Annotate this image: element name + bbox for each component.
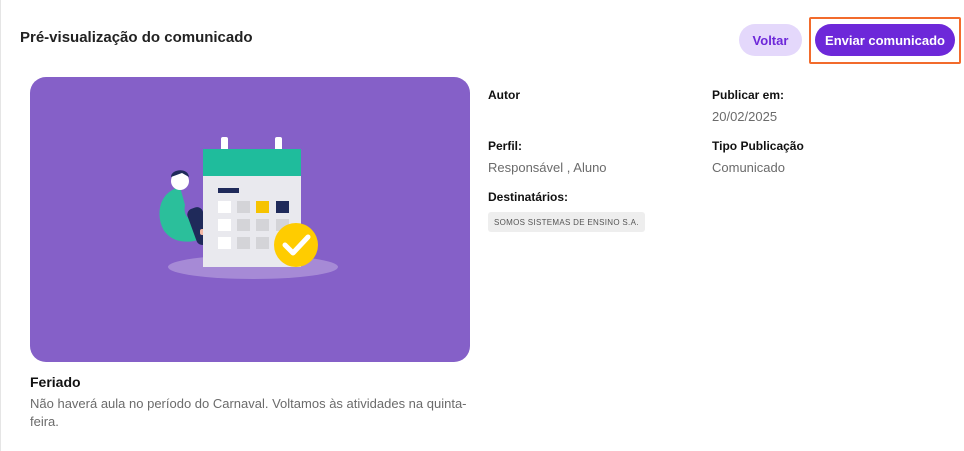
profile-value: Responsável , Aluno — [488, 160, 607, 175]
announcement-illustration — [30, 77, 470, 362]
check-badge-icon — [274, 223, 318, 267]
recipients-label: Destinatários: — [488, 190, 569, 204]
profile-label: Perfil: — [488, 139, 523, 153]
announcement-title: Feriado — [30, 374, 81, 390]
content-border — [0, 0, 1, 451]
send-announcement-button[interactable]: Enviar comunicado — [815, 24, 955, 56]
publish-date-value: 20/02/2025 — [712, 109, 778, 124]
back-button[interactable]: Voltar — [739, 24, 802, 56]
publication-type-label: Tipo Publicação — [712, 139, 804, 153]
page-title: Pré-visualização do comunicado — [20, 29, 253, 46]
publish-date-label: Publicar em: — [712, 88, 785, 102]
announcement-body: Não haverá aula no período do Carnaval. … — [30, 396, 467, 429]
publication-type-value: Comunicado — [712, 160, 785, 175]
calendar-check-illustration — [159, 137, 338, 279]
author-label: Autor — [488, 88, 520, 102]
recipient-tag: SOMOS SISTEMAS DE ENSINO S.A. — [488, 212, 645, 232]
